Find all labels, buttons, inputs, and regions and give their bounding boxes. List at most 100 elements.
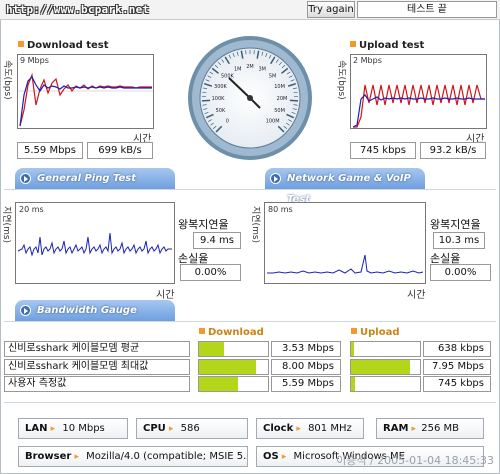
os-key: OS [263, 451, 286, 462]
play-icon [20, 305, 31, 316]
lan-info: LAN 10 Mbps [18, 418, 128, 439]
ping-loss: 0.00% [180, 264, 241, 281]
download-bar-track [198, 359, 269, 375]
download-scale: 9 Mbps [20, 56, 49, 65]
play-icon [20, 173, 31, 184]
tab-network-game[interactable]: Network Game & VoIP Test [265, 168, 425, 205]
tab-bandwidth-label: Bandwidth Gauge [37, 305, 137, 316]
ping-rtt: 9.4 ms [193, 232, 241, 249]
bandwidth-row-label: 신비로sshark 케이블모뎀 평균 [4, 341, 190, 357]
status-display: 테스트 끝 [357, 1, 497, 18]
game-loss: 0.00% [430, 264, 491, 281]
upload-bar-track [350, 341, 421, 357]
bandwidth-row-label: 사용자 측정값 [4, 376, 190, 392]
upload-series-red [353, 84, 485, 128]
gauge-tick-label: 300K [214, 84, 228, 90]
download-value: 3.53 Mbps [271, 341, 341, 357]
ping-series [17, 232, 172, 257]
gauge-tick-label: 10M [274, 84, 285, 90]
game-series [267, 254, 424, 274]
lan-key: LAN [25, 423, 55, 434]
download-bar-track [198, 341, 269, 357]
game-scale: 80 ms [268, 205, 293, 214]
upload-bar-track [350, 376, 421, 392]
upload-title: Upload test [350, 40, 424, 51]
tab-bandwidth-gauge[interactable]: Bandwidth Gauge [15, 300, 175, 321]
upload-value: 638 kbps [423, 341, 491, 357]
bandwidth-row-label: 신비로sshark 케이블모뎀 최대값 [4, 359, 190, 375]
lan-value: 10 Mbps [62, 423, 105, 434]
upload-value: 7.95 Mbps [423, 359, 491, 375]
play-icon [270, 173, 281, 184]
download-bar-track [198, 376, 269, 392]
upload-value: 745 kbps [423, 376, 491, 392]
gauge-tick-label: 1M [234, 66, 242, 72]
browser-value: Mozilla/4.0 (compatible; MSIE 5.5 [86, 451, 248, 462]
download-bar-fill [199, 360, 256, 374]
upload-scale: 2 Mbps [353, 56, 382, 65]
gauge-tick-label: 2M [246, 64, 254, 70]
ping-xlabel: 시간 [156, 290, 175, 301]
gauge-tick-label: 0 [226, 119, 229, 125]
site-url[interactable]: http://www.bcpark.net [6, 3, 149, 16]
ram-info: RAM 256 MB [376, 418, 484, 439]
gauge-tick-label: 20M [277, 96, 288, 102]
section-divider [4, 189, 496, 190]
ping-scale: 20 ms [19, 205, 44, 214]
gauge-tick-label: 500K [221, 73, 235, 79]
download-title: Download test [18, 40, 109, 51]
browser-info: Browser Mozilla/4.0 (compatible; MSIE 5.… [18, 446, 248, 467]
watermark: 이승석 / 2005-01-04 18:45:33 [336, 454, 494, 467]
download-speed: 5.59 Mbps [17, 142, 83, 159]
game-rtt: 10.3 ms [433, 232, 485, 249]
upload-ylabel: 속도(bps) [336, 60, 346, 100]
cpu-info: CPU 586 [136, 418, 248, 439]
download-bar-fill [199, 342, 224, 356]
upload-series-blue [352, 94, 485, 128]
download-series-blue [19, 75, 152, 127]
upload-graph: 2 Mbps [350, 54, 487, 129]
bandwidth-upload-head: Upload [351, 327, 399, 338]
section-divider [4, 321, 496, 322]
download-ylabel: 속도(bps) [2, 60, 12, 100]
upload-speed: 745 kbps [350, 142, 416, 159]
upload-bar-fill [351, 360, 411, 374]
gauge-tick-label: 50K [216, 108, 226, 114]
ram-key: RAM [383, 423, 416, 434]
game-xlabel: 시간 [407, 290, 426, 301]
upload-bytes: 93.2 kB/s [420, 142, 486, 159]
cpu-value: 586 [180, 423, 200, 434]
download-graph: 9 Mbps [17, 54, 154, 129]
browser-key: Browser [25, 451, 79, 462]
cpu-key: CPU [143, 423, 173, 434]
speed-gauge: 050K 100K 300K 500K1M 2M 3M5M 10M 20M 50M 100M [188, 36, 312, 160]
upload-bar-track [350, 359, 421, 375]
upload-bar-fill [351, 342, 355, 356]
tab-general-ping[interactable]: General Ping Test [15, 168, 175, 189]
download-value: 5.59 Mbps [271, 376, 341, 392]
ram-value: 256 MB [421, 423, 459, 434]
tab-general-ping-label: General Ping Test [37, 173, 137, 184]
download-bar-fill [199, 377, 239, 391]
download-bytes: 699 kB/s [87, 142, 153, 159]
game-graph: 80 ms [264, 202, 426, 284]
gauge-tick-label: 100K [212, 96, 226, 102]
ping-graph: 20 ms [15, 202, 175, 284]
download-series-red [19, 72, 152, 127]
gauge-tick-label: 3M [258, 66, 266, 72]
game-ylabel: 지연(ms) [250, 206, 260, 244]
gauge-tick-label: 5M [269, 73, 277, 79]
gauge-tick-label: 100M [266, 119, 280, 125]
section-divider [4, 402, 496, 403]
upload-bar-fill [351, 377, 356, 391]
game-rtt-label: 왕복지연율 [430, 218, 481, 231]
bandwidth-download-head: Download [199, 327, 264, 338]
ping-ylabel: 지연(ms) [1, 206, 11, 244]
try-again-button[interactable]: Try again [307, 1, 355, 18]
clock-value: 801 MHz [308, 423, 352, 434]
ping-rtt-label: 왕복지연율 [178, 218, 229, 231]
gauge-tick-label: 50M [274, 108, 285, 114]
download-value: 8.00 Mbps [271, 359, 341, 375]
clock-key: Clock [263, 423, 301, 434]
clock-info: Clock 801 MHz [256, 418, 364, 439]
